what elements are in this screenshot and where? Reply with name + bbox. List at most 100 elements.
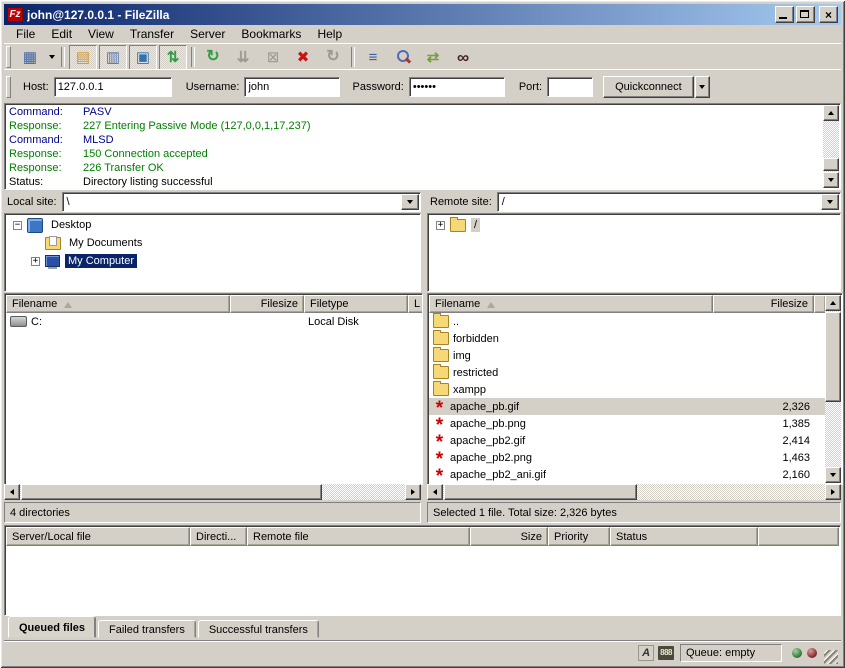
menu-help[interactable]: Help [309, 25, 350, 43]
quickconnect-button[interactable]: Quickconnect [603, 76, 694, 98]
column-header-priority[interactable]: Priority [548, 527, 610, 546]
file-row-apache-pb-png[interactable]: apache_pb.png1,385 [429, 415, 825, 432]
file-row-item[interactable]: .. [429, 313, 825, 330]
port-label: Port: [519, 81, 542, 93]
file-row-apache-pb2-png[interactable]: apache_pb2.png1,463 [429, 449, 825, 466]
process-queue-button[interactable] [229, 45, 257, 70]
scroll-thumb[interactable] [444, 484, 637, 500]
log-line-label: Status: [7, 175, 83, 189]
remote-horizontal-scrollbar[interactable] [427, 484, 841, 500]
scroll-thumb[interactable] [823, 158, 839, 171]
transfer-type-indicator-icon[interactable]: A [638, 645, 654, 661]
synchronized-browsing-button[interactable] [419, 45, 447, 70]
quickconnect-grip[interactable] [6, 76, 11, 98]
scroll-left-button[interactable] [4, 484, 20, 500]
menu-transfer[interactable]: Transfer [122, 25, 182, 43]
filter-button[interactable] [359, 45, 387, 70]
tree-item-my-documents[interactable]: My Documents [5, 234, 420, 252]
disconnect-button[interactable] [289, 45, 317, 70]
local-horizontal-scrollbar[interactable] [4, 484, 421, 500]
toggle-remote-tree-button[interactable] [129, 45, 157, 70]
column-header-filename[interactable]: Filename [6, 295, 230, 313]
filesize-cell: 2,326 [713, 398, 814, 415]
reconnect-button[interactable] [319, 45, 347, 70]
tab-successful-transfers[interactable]: Successful transfers [198, 620, 319, 638]
directory-comparison-button[interactable] [389, 45, 417, 70]
local-site-dropdown-button[interactable] [401, 194, 419, 210]
menu-bookmarks[interactable]: Bookmarks [233, 25, 309, 43]
port-input[interactable] [547, 77, 593, 97]
filesize-cell [713, 313, 814, 330]
queue-tabs: Queued filesFailed transfersSuccessful t… [8, 616, 321, 638]
file-row-restricted[interactable]: restricted [429, 364, 825, 381]
file-row-forbidden[interactable]: forbidden [429, 330, 825, 347]
find-files-button[interactable] [449, 45, 477, 70]
file-row-xampp[interactable]: xampp [429, 381, 825, 398]
folder-icon [433, 349, 449, 362]
toolbar-grip[interactable] [6, 46, 11, 68]
scroll-up-button[interactable] [825, 295, 841, 311]
tree-item-desktop[interactable]: Desktop [5, 216, 420, 234]
menu-view[interactable]: View [80, 25, 122, 43]
cancel-button[interactable] [259, 45, 287, 70]
local-site-combobox[interactable]: \ [62, 192, 421, 212]
tree-item-my-computer[interactable]: My Computer [5, 252, 420, 270]
log-line-command: Command:MLSD [7, 133, 822, 147]
resize-grip[interactable] [824, 650, 838, 664]
column-header-filename[interactable]: Filename [429, 295, 713, 313]
chevron-down-icon [699, 85, 705, 92]
menu-server[interactable]: Server [182, 25, 233, 43]
column-header-directi[interactable]: Directi... [190, 527, 247, 546]
scroll-down-button[interactable] [825, 467, 841, 483]
column-header-l[interactable]: L [408, 295, 423, 313]
minimize-button[interactable] [775, 6, 794, 23]
close-button[interactable]: × [819, 6, 838, 23]
site-manager-button[interactable] [16, 45, 44, 70]
folder-icon [433, 332, 449, 345]
scroll-up-button[interactable] [823, 105, 839, 121]
remote-tree: / [427, 213, 841, 292]
column-header-filesize[interactable]: Filesize [713, 295, 814, 313]
tree-expander-minus-icon[interactable] [13, 221, 22, 230]
file-row-c[interactable]: C:Local Disk [6, 313, 421, 330]
file-row-img[interactable]: img [429, 347, 825, 364]
file-row-apache-pb2-gif[interactable]: apache_pb2.gif2,414 [429, 432, 825, 449]
column-header-remote-file[interactable]: Remote file [247, 527, 470, 546]
menu-file[interactable]: File [8, 25, 43, 43]
column-header-server-local-file[interactable]: Server/Local file [6, 527, 190, 546]
column-header-filesize[interactable]: Filesize [230, 295, 304, 313]
toggle-transfer-queue-button[interactable] [159, 45, 187, 70]
host-input[interactable] [54, 77, 172, 97]
column-header-status[interactable]: Status [610, 527, 758, 546]
tree-expander-plus-icon[interactable] [31, 257, 40, 266]
password-input[interactable] [409, 77, 505, 97]
tab-failed-transfers[interactable]: Failed transfers [98, 620, 196, 638]
column-header-filetype[interactable]: Filetype [304, 295, 408, 313]
tree-expander-plus-icon[interactable] [436, 221, 445, 230]
scroll-right-button[interactable] [825, 484, 841, 500]
tab-queued-files[interactable]: Queued files [8, 616, 96, 638]
log-vertical-scrollbar[interactable] [823, 105, 839, 188]
toggle-local-tree-button[interactable] [99, 45, 127, 70]
column-header-size[interactable]: Size [470, 527, 548, 546]
quickconnect-dropdown-button[interactable] [695, 76, 710, 98]
remote-site-dropdown-button[interactable] [821, 194, 839, 210]
tree-item-item[interactable]: / [428, 216, 840, 234]
arrow-right-icon [411, 489, 418, 495]
file-row-apache-pb-gif[interactable]: apache_pb.gif2,326 [429, 398, 825, 415]
scroll-thumb[interactable] [21, 484, 322, 500]
maximize-button[interactable] [796, 6, 815, 23]
toggle-message-log-button[interactable] [69, 45, 97, 70]
speed-limit-indicator-icon[interactable]: 888 [658, 646, 674, 660]
file-row-apache-pb2-ani-gif[interactable]: apache_pb2_ani.gif2,160 [429, 466, 825, 483]
site-manager-dropdown-button[interactable] [45, 46, 58, 69]
menu-edit[interactable]: Edit [43, 25, 80, 43]
scroll-left-button[interactable] [427, 484, 443, 500]
remote-vertical-scrollbar[interactable] [825, 295, 841, 483]
remote-site-combobox[interactable]: / [497, 192, 841, 212]
scroll-right-button[interactable] [405, 484, 421, 500]
refresh-button[interactable] [199, 45, 227, 70]
scroll-thumb[interactable] [825, 312, 841, 402]
username-input[interactable] [244, 77, 340, 97]
scroll-down-button[interactable] [823, 172, 839, 188]
